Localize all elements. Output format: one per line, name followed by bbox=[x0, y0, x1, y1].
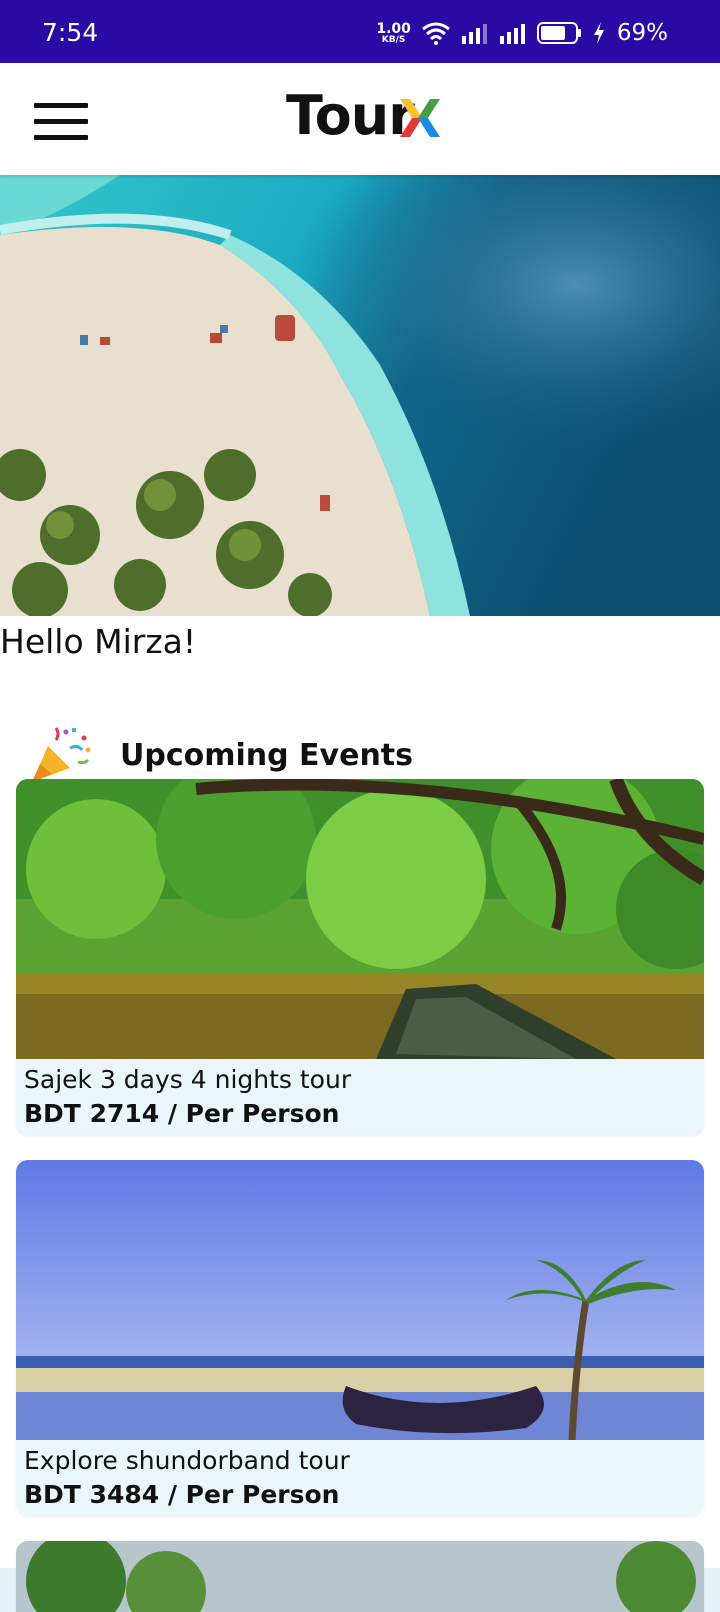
network-speed: 1.00 KB/S bbox=[376, 22, 411, 45]
signal-2-icon bbox=[499, 24, 525, 44]
event-price: BDT 2714 / Per Person bbox=[24, 1099, 340, 1128]
hamburger-menu-icon[interactable] bbox=[34, 103, 88, 141]
event-price: BDT 3484 / Per Person bbox=[24, 1480, 340, 1509]
section-title: Upcoming Events bbox=[120, 737, 413, 773]
brand-x-mark bbox=[400, 99, 440, 137]
wifi-icon bbox=[421, 22, 450, 45]
greeting-text: Hello Mirza! bbox=[0, 622, 197, 661]
battery-percent: 69% bbox=[616, 20, 668, 46]
charging-icon bbox=[593, 22, 604, 44]
event-name: Sajek 3 days 4 nights tour bbox=[24, 1065, 352, 1094]
event-card[interactable]: Explore shundorband tour BDT 3484 / Per … bbox=[16, 1160, 704, 1516]
event-image-beach-boat bbox=[16, 1160, 704, 1440]
brand-prefix: Tour bbox=[286, 84, 415, 147]
brand-logo: Tour bbox=[286, 89, 415, 143]
event-card[interactable] bbox=[16, 1541, 704, 1612]
battery-icon bbox=[536, 22, 581, 44]
network-speed-unit: KB/S bbox=[381, 34, 406, 45]
status-icons: 1.00 KB/S 69% bbox=[376, 16, 668, 50]
event-name: Explore shundorband tour bbox=[24, 1446, 350, 1475]
event-card[interactable]: Sajek 3 days 4 nights tour BDT 2714 / Pe… bbox=[16, 779, 704, 1135]
event-image-mangrove bbox=[16, 779, 704, 1059]
network-speed-value: 1.00 bbox=[376, 20, 411, 37]
status-bar: 7:54 1.00 KB/S 69% bbox=[0, 0, 720, 63]
status-time: 7:54 bbox=[42, 18, 99, 47]
signal-1-icon bbox=[461, 24, 487, 44]
app-bar: Tour bbox=[0, 63, 720, 175]
hero-beach-image bbox=[0, 175, 720, 616]
event-image-partial bbox=[16, 1541, 704, 1612]
